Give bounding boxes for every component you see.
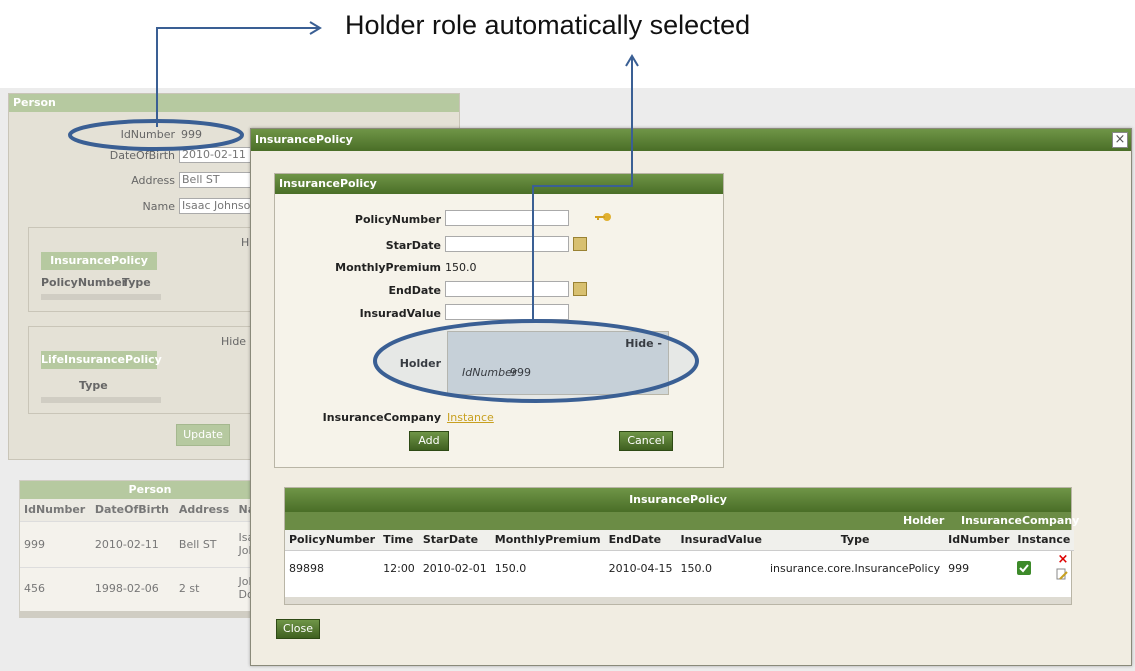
annotation-connector-line: [156, 27, 318, 127]
holder-connector-line: [532, 58, 633, 322]
holder-highlight-ellipse: [373, 319, 699, 403]
annotation-overlay: [68, 21, 699, 403]
